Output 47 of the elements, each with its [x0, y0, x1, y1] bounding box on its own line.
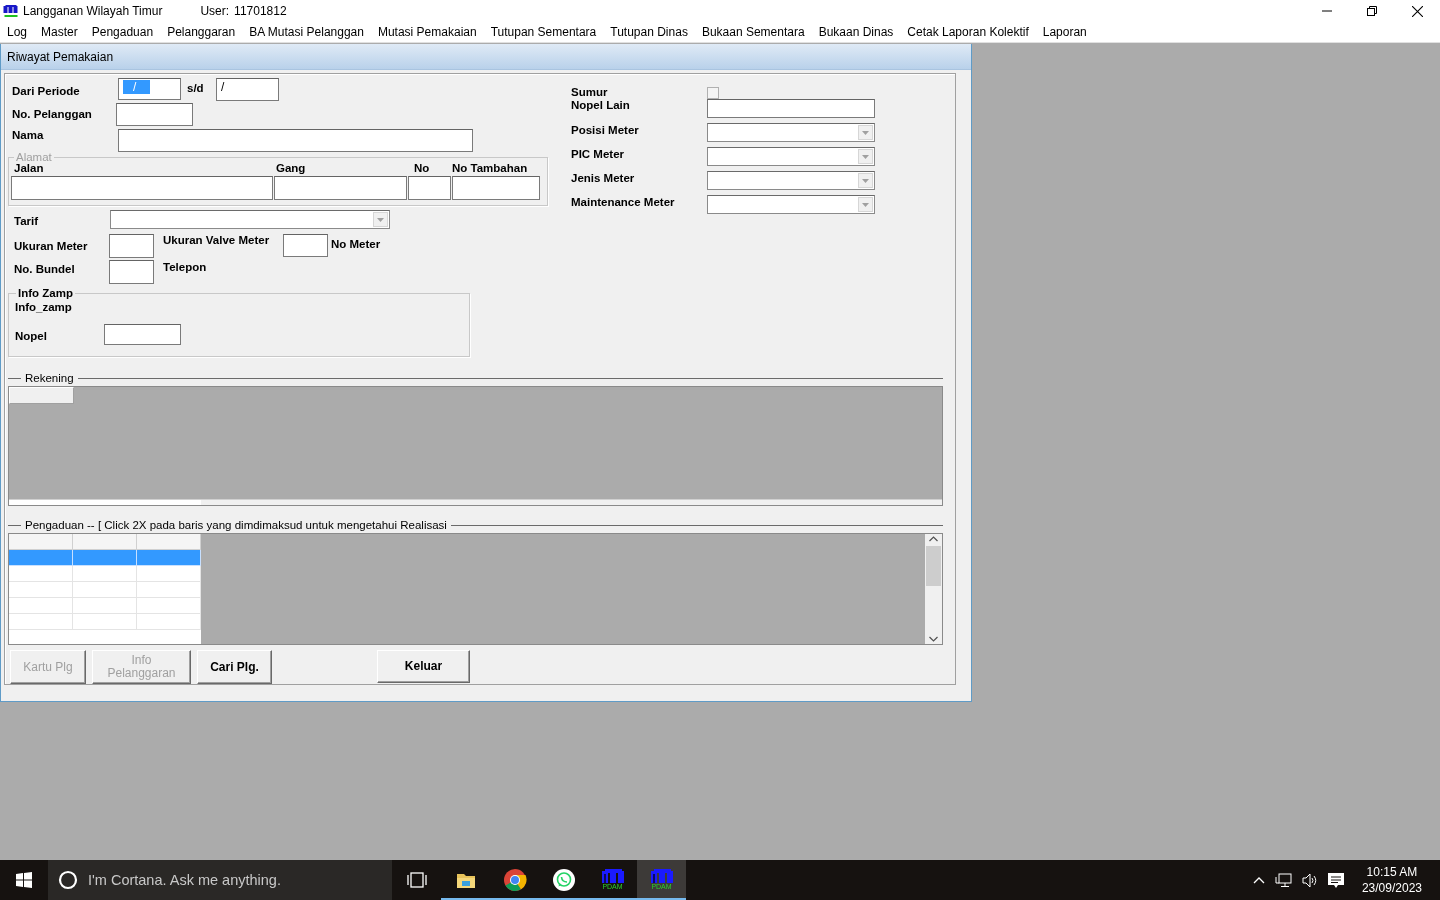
field-label: Nama — [11, 129, 45, 141]
field-label: Ukuran Meter — [13, 239, 89, 252]
field-label: Info_zamp — [15, 301, 73, 313]
menu-item[interactable]: Bukaan Dinas — [818, 25, 894, 39]
menu-item[interactable]: Bukaan Sementara — [701, 25, 805, 39]
menu-item[interactable]: Pengaduan — [91, 25, 154, 39]
menu-item[interactable]: Tutupan Dinas — [610, 25, 688, 39]
field-label: No. Pelanggan — [11, 107, 93, 120]
field-label: Nopel — [15, 329, 48, 342]
menu-item[interactable]: Master — [41, 25, 78, 39]
column-label: Jalan — [13, 162, 45, 176]
menu-item[interactable]: Pelanggaran — [167, 25, 236, 39]
action-button[interactable]: Cari Plg. — [197, 650, 272, 684]
app-title: Langganan Wilayah Timur — [23, 4, 163, 18]
section-label: Rekening — [25, 372, 74, 384]
menu-item[interactable]: Cetak Laporan Kolektif — [907, 25, 1029, 39]
field-label: Tarif — [13, 214, 40, 227]
field-label: No. Bundel — [13, 262, 76, 275]
user-label: User: — [200, 4, 230, 18]
section-label: Pengaduan -- [ Click 2X pada baris yang dimdimaksud untuk mengetahui Realisasi — [25, 519, 447, 531]
field-label: Jenis Meter — [571, 171, 636, 184]
column-label: No — [413, 162, 431, 176]
field-label: No Meter — [330, 237, 381, 250]
menu-item[interactable]: Log — [7, 25, 28, 39]
group-label: Alamat — [15, 152, 53, 162]
action-button[interactable]: Keluar — [377, 650, 470, 683]
user-id: 11701812 — [234, 4, 287, 18]
column-label: No Tambahan — [452, 162, 529, 176]
taskbar-clock[interactable]: 10:15 AM 23/09/2023 — [1361, 864, 1422, 896]
group-label: Info Zamp — [17, 287, 74, 299]
period-to-field[interactable]: / — [216, 78, 279, 101]
field-label: Posisi Meter — [571, 123, 640, 136]
window-title: Riwayat Pemakaian — [1, 44, 971, 70]
field-label: Dari Periode — [11, 84, 81, 97]
search-field[interactable]: I'm Cortana. Ask me anything. — [48, 860, 392, 900]
menu-item[interactable]: Laporan — [1042, 25, 1087, 39]
field-label: s/d — [186, 81, 205, 94]
menu-item[interactable]: Mutasi Pemakaian — [377, 25, 477, 39]
field-label: Sumur — [571, 85, 609, 98]
field-label: Maintenance Meter — [571, 195, 676, 208]
menu-item[interactable]: BA Mutasi Pelanggan — [249, 25, 364, 39]
field-label: Nopel Lain — [571, 99, 631, 111]
field-label: Ukuran Valve Meter — [162, 234, 271, 246]
field-label: PIC Meter — [571, 147, 626, 160]
menu-item[interactable]: Tutupan Sementara — [490, 25, 597, 39]
field-label: Telepon — [162, 260, 207, 273]
column-label: Gang — [275, 162, 307, 176]
